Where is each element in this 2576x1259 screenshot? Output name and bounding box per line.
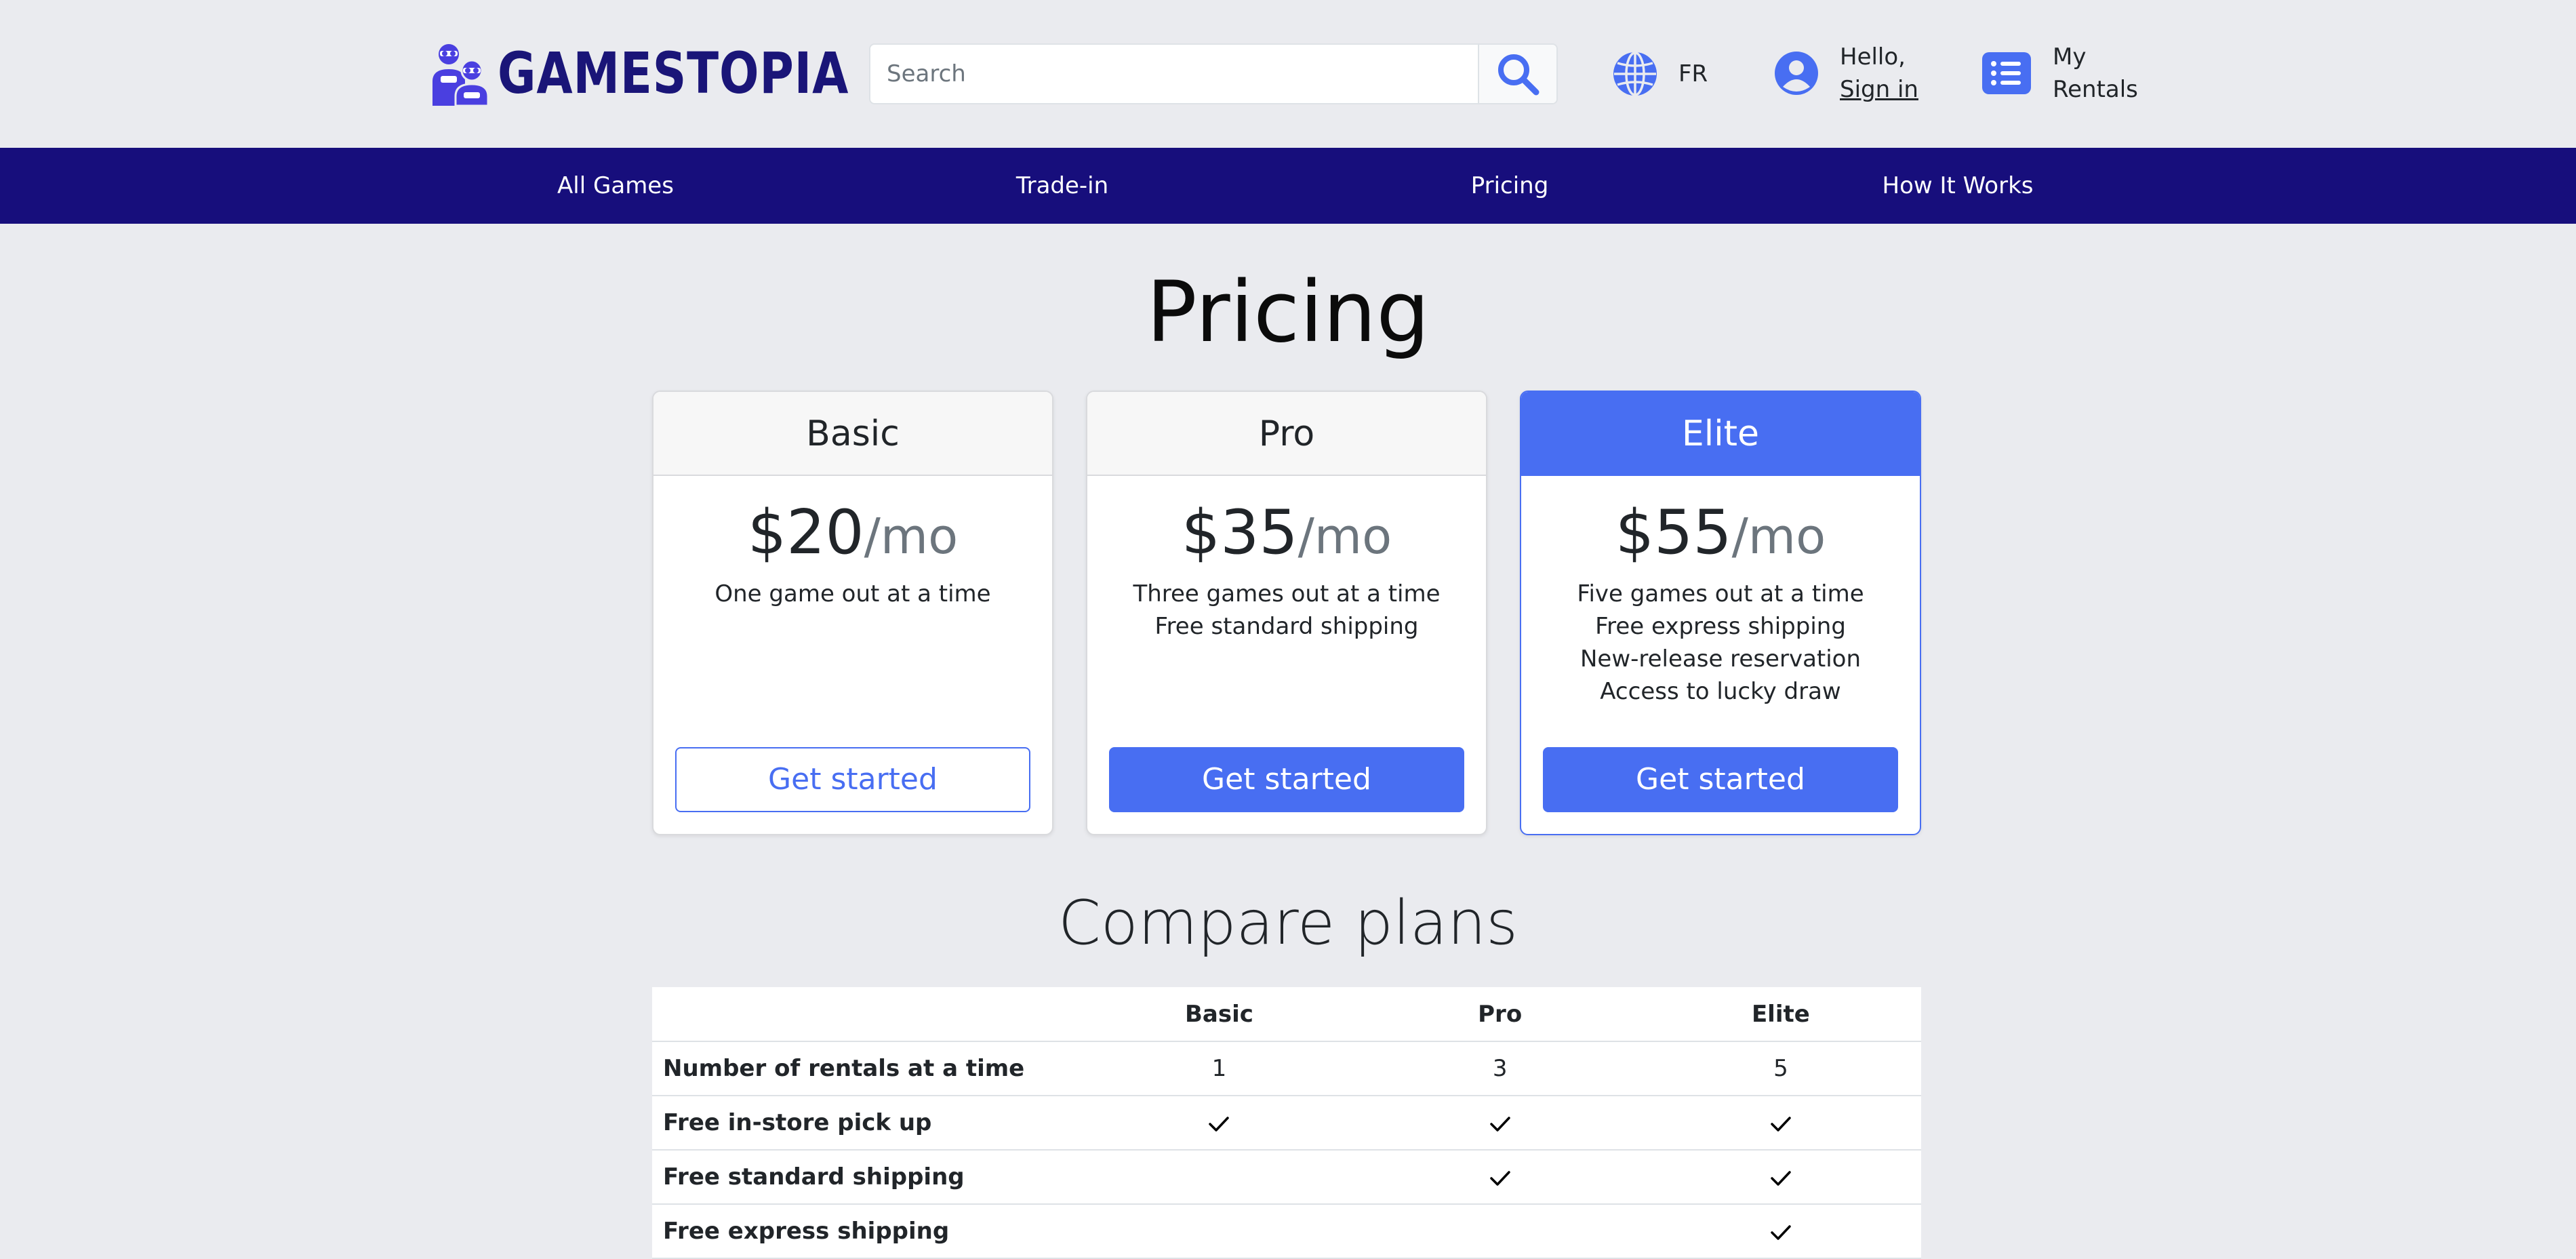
plan-name: Elite <box>1521 392 1920 476</box>
price-period: /mo <box>864 508 959 565</box>
feature-name: Free in-store pick up <box>652 1096 1079 1151</box>
check-icon <box>1489 1170 1510 1186</box>
search-button[interactable] <box>1478 45 1556 103</box>
price-period: /mo <box>1731 508 1826 565</box>
list-icon <box>1982 52 2031 94</box>
search-bar <box>869 43 1558 104</box>
nav-item-pricing[interactable]: Pricing <box>1471 148 1549 224</box>
cell-basic: 1 <box>1079 1041 1360 1096</box>
table-row: Free in-store pick up <box>652 1096 1921 1151</box>
plan-feature: Access to lucky draw <box>1600 678 1841 705</box>
nav-item-trade-in[interactable]: Trade-in <box>1016 148 1108 224</box>
cell-elite <box>1640 1150 1921 1205</box>
plan-feature: New-release reservation <box>1579 645 1861 673</box>
site-logo[interactable]: GAMESTOPIA <box>428 39 926 107</box>
column-header: Elite <box>1640 987 1921 1042</box>
cell-elite <box>1640 1204 1921 1259</box>
cell-pro <box>1359 1150 1641 1205</box>
cell-pro <box>1359 1204 1641 1259</box>
logo-wordmark: GAMESTOPIA <box>498 40 849 106</box>
plan-card-elite: Elite $55/mo Five games out at a time Fr… <box>1520 391 1921 835</box>
sign-in-link[interactable]: Sign in <box>1840 73 1918 106</box>
price-amount: $35 <box>1181 497 1298 568</box>
get-started-pro-button[interactable]: Get started <box>1109 747 1464 812</box>
plan-feature: One game out at a time <box>715 580 991 607</box>
page-title: Pricing <box>1146 264 1430 361</box>
user-circle-icon <box>1775 52 1818 95</box>
check-icon <box>1771 1224 1791 1240</box>
feature-name: Number of rentals at a time <box>652 1041 1079 1096</box>
plan-feature: Three games out at a time <box>1133 580 1441 607</box>
check-icon <box>1489 1116 1510 1132</box>
cell-basic <box>1079 1096 1360 1151</box>
globe-icon <box>1613 52 1657 96</box>
cell-basic <box>1079 1150 1360 1205</box>
feature-name: Free standard shipping <box>652 1150 1079 1205</box>
search-input[interactable] <box>870 45 1478 103</box>
get-started-basic-button[interactable]: Get started <box>675 747 1030 812</box>
plan-price: $20/mo <box>653 494 1052 572</box>
cell-pro: 3 <box>1359 1041 1641 1096</box>
price-amount: $20 <box>747 497 864 568</box>
plan-features: Five games out at a time Free express sh… <box>1521 578 1920 708</box>
price-period: /mo <box>1297 508 1392 565</box>
plan-name: Basic <box>653 392 1052 476</box>
check-icon <box>1771 1170 1791 1186</box>
column-header <box>652 987 1079 1042</box>
nav-item-all-games[interactable]: All Games <box>557 148 674 224</box>
plan-feature: Five games out at a time <box>1577 580 1864 607</box>
greeting-text: Hello, <box>1840 43 1906 71</box>
rentals-label-line1: My <box>2053 43 2087 71</box>
rentals-label-line2: Rentals <box>2053 76 2138 103</box>
plan-features: Three games out at a time Free standard … <box>1087 578 1486 643</box>
plan-feature: Free standard shipping <box>1154 613 1419 640</box>
plan-name: Pro <box>1087 392 1486 476</box>
main-nav: All Games Trade-in Pricing How It Works <box>0 148 2576 224</box>
table-row: Free express shipping <box>652 1204 1921 1259</box>
plan-feature: Free express shipping <box>1595 613 1846 640</box>
language-selector[interactable]: FR <box>1612 47 1708 100</box>
column-header: Basic <box>1079 987 1360 1042</box>
feature-name: Free express shipping <box>652 1204 1079 1259</box>
compare-plans-heading: Compare plans <box>1058 887 1518 959</box>
column-header: Pro <box>1359 987 1641 1042</box>
plan-features: One game out at a time <box>653 578 1052 610</box>
gamer-mascot-icon <box>432 44 489 106</box>
table-row: Number of rentals at a time 1 3 5 <box>652 1041 1921 1096</box>
cell-elite: 5 <box>1640 1041 1921 1096</box>
table-header-row: Basic Pro Elite <box>652 987 1921 1042</box>
plan-card-basic: Basic $20/mo One game out at a time Get … <box>652 391 1053 835</box>
search-icon <box>1498 54 1539 96</box>
plan-card-pro: Pro $35/mo Three games out at a time Fre… <box>1086 391 1487 835</box>
cell-elite <box>1640 1096 1921 1151</box>
my-rentals-link[interactable]: My Rentals <box>1982 41 2138 106</box>
check-icon <box>1209 1116 1230 1132</box>
cell-pro <box>1359 1096 1641 1151</box>
price-amount: $55 <box>1615 497 1732 568</box>
get-started-elite-button[interactable]: Get started <box>1543 747 1898 812</box>
table-row: Free standard shipping <box>652 1150 1921 1205</box>
account-menu[interactable]: Hello, Sign in <box>1773 41 1918 106</box>
language-label: FR <box>1678 60 1708 87</box>
check-icon <box>1771 1116 1791 1132</box>
nav-item-how-it-works[interactable]: How It Works <box>1883 148 2034 224</box>
compare-table: Basic Pro Elite Number of rentals at a t… <box>652 987 1921 1259</box>
top-header: GAMESTOPIA FR Hello, Sign in <box>0 0 2576 148</box>
cell-basic <box>1079 1204 1360 1259</box>
plan-price: $35/mo <box>1087 494 1486 572</box>
plan-price: $55/mo <box>1521 494 1920 572</box>
